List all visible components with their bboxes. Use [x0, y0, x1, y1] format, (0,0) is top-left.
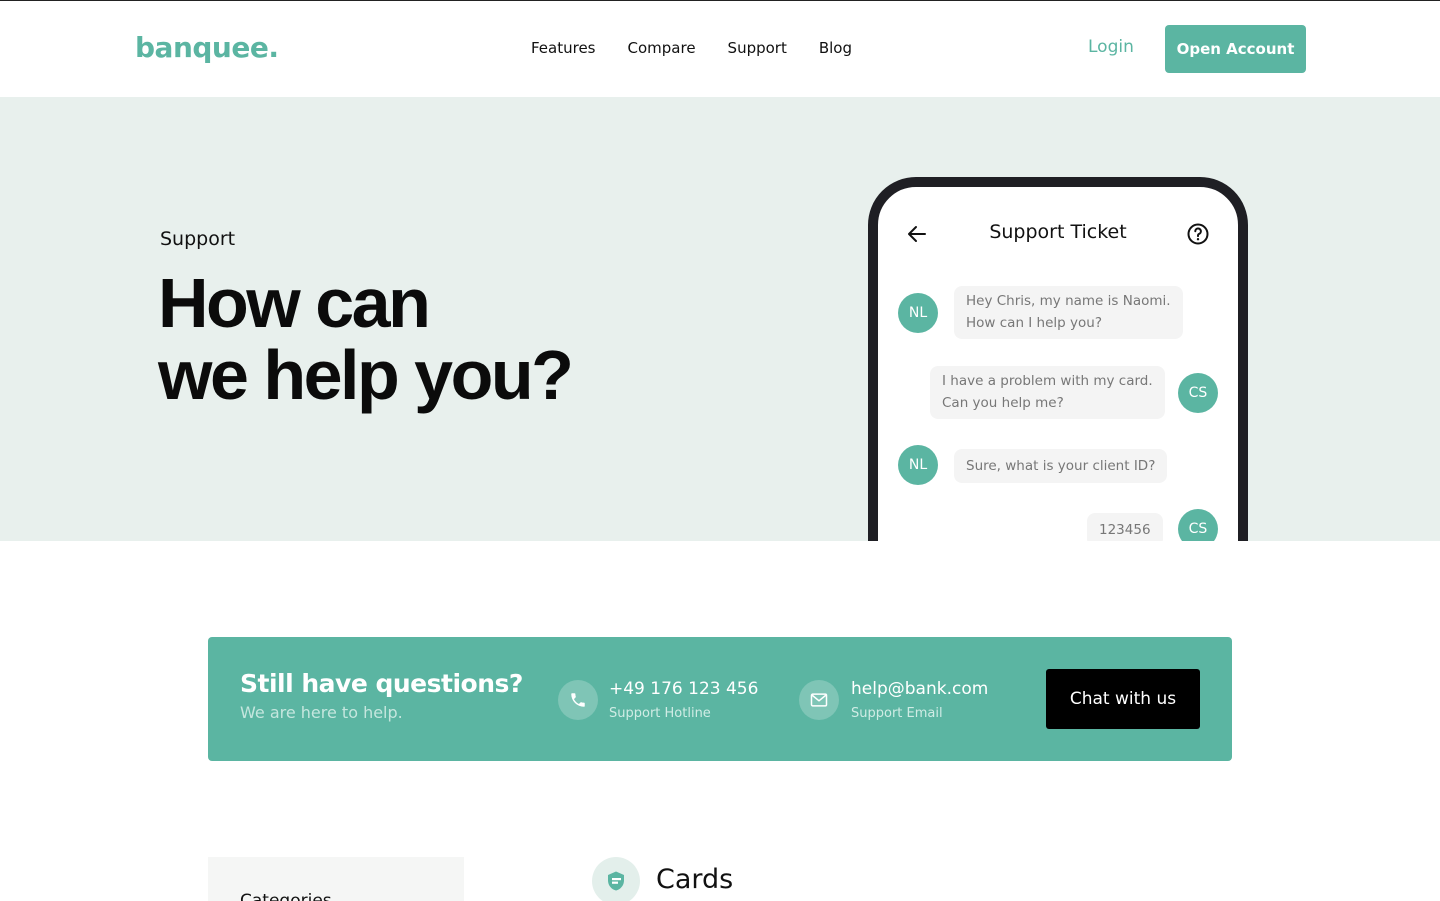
cta-title: Still have questions?: [240, 669, 523, 698]
avatar: NL: [898, 293, 938, 333]
phone-title: Support Ticket: [989, 221, 1127, 243]
card-icon: [592, 857, 640, 901]
chat-bubble: I have a problem with my card. Can you h…: [930, 366, 1165, 419]
avatar: CS: [1178, 373, 1218, 413]
chat-bubble-line: 123456: [1099, 522, 1151, 538]
chat-bubble-line: How can I help you?: [966, 315, 1103, 331]
support-hotline-number[interactable]: +49 176 123 456: [609, 679, 758, 699]
nav-item-features[interactable]: Features: [531, 39, 596, 57]
categories-panel: Categories: [208, 857, 464, 901]
hero-title-line2: we help you?: [158, 336, 574, 414]
support-hotline-label: Support Hotline: [609, 706, 711, 721]
avatar: NL: [898, 445, 938, 485]
hero-title: How can we help you?: [158, 267, 758, 411]
cta-subtitle: We are here to help.: [240, 703, 403, 722]
hero-kicker: Support: [160, 228, 236, 250]
contact-banner: Still have questions? We are here to hel…: [208, 637, 1232, 761]
chat-with-us-button[interactable]: Chat with us: [1046, 669, 1200, 729]
login-link[interactable]: Login: [1088, 37, 1134, 57]
support-email-label: Support Email: [851, 706, 943, 721]
main-nav: Features Compare Support Blog: [531, 39, 852, 57]
section-title-cards: Cards: [656, 864, 734, 895]
nav-item-blog[interactable]: Blog: [819, 39, 852, 57]
chat-bubble-line: Can you help me?: [942, 395, 1064, 411]
avatar: CS: [1178, 509, 1218, 541]
nav-item-support[interactable]: Support: [728, 39, 787, 57]
chat-bubble-line: Sure, what is your client ID?: [966, 458, 1156, 474]
open-account-button[interactable]: Open Account: [1165, 25, 1306, 73]
nav-item-compare[interactable]: Compare: [628, 39, 696, 57]
phone-mockup: Support Ticket NL Hey Chris, my name is …: [868, 177, 1248, 541]
brand-logo[interactable]: banquee.: [135, 31, 279, 64]
chat-bubble: Sure, what is your client ID?: [954, 449, 1168, 483]
categories-label: Categories: [240, 891, 332, 901]
question-circle-icon[interactable]: [1186, 222, 1210, 246]
mail-icon: [799, 680, 839, 720]
phone-icon: [558, 680, 598, 720]
chat-bubble-line: I have a problem with my card.: [942, 373, 1153, 389]
phone-header: Support Ticket: [878, 219, 1238, 249]
support-email-address[interactable]: help@bank.com: [851, 679, 988, 699]
hero-title-line1: How can: [158, 264, 431, 342]
site-header: banquee. Features Compare Support Blog L…: [0, 1, 1440, 97]
chat-bubble-line: Hey Chris, my name is Naomi.: [966, 293, 1171, 309]
hero-section: Support How can we help you? Support Tic…: [0, 97, 1440, 541]
chat-bubble: 123456: [1087, 513, 1163, 541]
chat-bubble: Hey Chris, my name is Naomi. How can I h…: [954, 286, 1183, 339]
